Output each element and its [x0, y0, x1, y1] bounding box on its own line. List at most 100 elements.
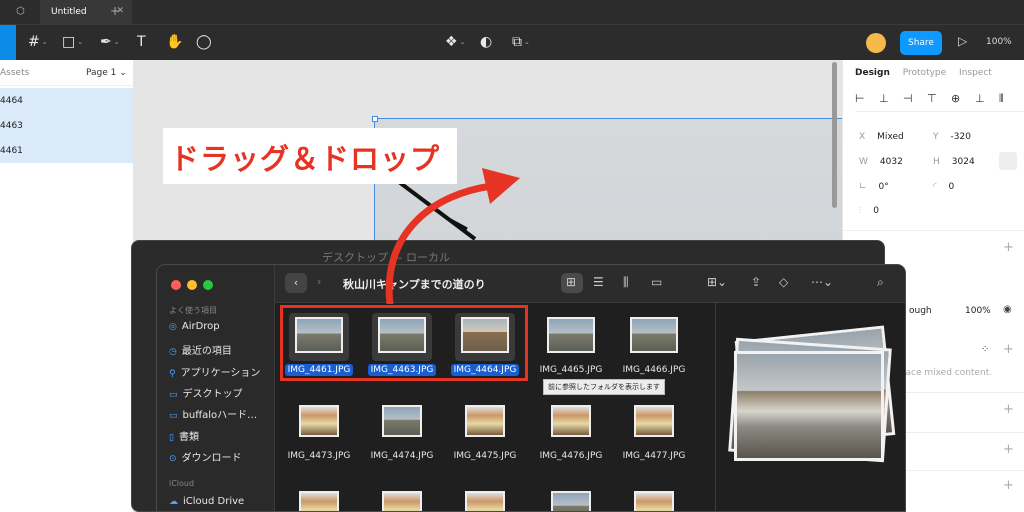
file-name[interactable]: IMG_4477.JPG — [614, 451, 694, 461]
align-center-icon[interactable]: ⊥ — [879, 92, 903, 105]
group-icon[interactable]: ⊞⌄ — [707, 275, 727, 289]
present-icon[interactable]: ▷ — [958, 34, 967, 48]
sidebar-item-icloud-drive[interactable]: ☁ iCloud Drive — [169, 496, 244, 507]
file-thumbnail[interactable] — [551, 491, 591, 511]
file-name[interactable]: IMG_4476.JPG — [531, 451, 611, 461]
tab-assets[interactable]: Assets — [0, 68, 29, 78]
file-thumbnail[interactable] — [630, 317, 678, 353]
layer-item[interactable]: 4463 — [0, 113, 133, 138]
file-thumbnail[interactable] — [299, 405, 339, 437]
zoom-level[interactable]: 100% — [986, 37, 1012, 47]
sidebar-item-recents[interactable]: ◷ 最近の項目 — [169, 342, 232, 357]
desktop-icon: ▭ — [169, 390, 178, 400]
file-thumbnail[interactable] — [465, 405, 505, 437]
add-grid-icon[interactable]: + — [1003, 478, 1014, 493]
file-name[interactable]: IMG_4474.JPG — [362, 451, 442, 461]
hand-tool-icon[interactable]: ✋ — [166, 33, 183, 51]
tab-prototype[interactable]: Prototype — [903, 68, 946, 78]
avatar[interactable] — [866, 33, 886, 53]
mask-icon[interactable]: ◐ — [480, 33, 492, 51]
x-field[interactable]: X Mixed — [859, 132, 904, 142]
sidebar-item-airdrop[interactable]: ◎ AirDrop — [169, 321, 220, 332]
pen-tool-icon[interactable]: ✒ ⌄ — [100, 33, 120, 51]
width-field[interactable]: W 4032 — [859, 157, 903, 167]
sidebar-item-downloads[interactable]: ⊙ ダウンロード — [169, 449, 242, 464]
icloud-heading: iCloud — [169, 479, 195, 488]
figma-logo-icon[interactable]: ⬡ — [16, 6, 25, 17]
align-top-icon[interactable]: ⊤ — [927, 92, 951, 105]
layer-item[interactable]: 4464 — [0, 88, 133, 113]
tag-icon[interactable]: ◇ — [779, 275, 788, 289]
forward-button[interactable]: › — [317, 275, 321, 288]
file-name[interactable]: IMG_4465.JPG — [531, 365, 611, 375]
new-tab-icon[interactable]: + — [110, 4, 120, 18]
align-bottom-icon[interactable]: ⊥ — [975, 92, 999, 105]
sidebar-item-documents[interactable]: ▯ 書類 — [169, 428, 199, 443]
layer-item[interactable]: 4461 — [0, 138, 133, 163]
gallery-view-icon[interactable]: ▭ — [651, 275, 662, 289]
blend-mode-select[interactable]: ough — [909, 306, 932, 316]
file-thumbnail[interactable] — [299, 491, 339, 511]
y-field[interactable]: Y -320 — [933, 132, 971, 142]
back-button[interactable]: ‹ — [285, 273, 307, 293]
sidebar-item-buffalo[interactable]: ▭ buffaloハード… — [169, 406, 257, 421]
distribute-icon[interactable]: ⫴ — [999, 92, 1023, 106]
list-view-icon[interactable]: ☰ — [593, 275, 604, 289]
file-thumbnail[interactable] — [382, 405, 422, 437]
file-thumbnail[interactable] — [465, 491, 505, 511]
airdrop-icon: ◎ — [169, 322, 177, 332]
file-thumbnail[interactable] — [634, 491, 674, 511]
height-field[interactable]: H 3024 — [933, 157, 975, 167]
align-left-icon[interactable]: ⊢ — [855, 92, 879, 105]
file-thumbnail[interactable] — [551, 405, 591, 437]
boolean-icon[interactable]: ⧉ ⌄ — [512, 33, 530, 51]
sidebar-item-applications[interactable]: ⚲ アプリケーション — [169, 364, 260, 379]
shape-tool-icon[interactable]: □ ⌄ — [62, 33, 83, 51]
share-icon[interactable]: ⇪ — [751, 275, 761, 289]
document-icon: ▯ — [169, 433, 174, 443]
add-effect-icon[interactable]: + — [1003, 442, 1014, 457]
file-thumbnail[interactable] — [634, 405, 674, 437]
add-stroke-icon[interactable]: + — [1003, 402, 1014, 417]
style-grid-icon[interactable]: ⁘ — [981, 344, 989, 355]
mixed-content-note: lace mixed content. — [903, 368, 993, 378]
sidebar-item-desktop[interactable]: ▭ デスクトップ — [169, 385, 243, 400]
tab-design[interactable]: Design — [855, 68, 890, 78]
clip-field[interactable]: ⫶ 0 — [859, 206, 879, 216]
page-selector[interactable]: Page 1 ⌄ — [86, 68, 127, 78]
grid-view-icon[interactable]: ⊞ — [566, 275, 576, 289]
search-icon[interactable]: ⌕ — [877, 275, 884, 290]
text-tool-icon[interactable]: T — [137, 33, 146, 51]
constrain-proportions-icon[interactable] — [999, 152, 1017, 170]
add-fill-icon[interactable]: + — [1003, 342, 1014, 357]
visibility-icon[interactable]: ◉ — [1003, 304, 1012, 315]
tab-inspect[interactable]: Inspect — [959, 68, 992, 78]
zoom-window-button[interactable] — [203, 280, 213, 290]
corner-radius-field[interactable]: ◜ 0 — [933, 182, 954, 192]
align-right-icon[interactable]: ⊣ — [903, 92, 927, 105]
opacity-field[interactable]: 100% — [965, 306, 991, 316]
move-tool-button[interactable] — [0, 25, 16, 61]
more-actions-icon[interactable]: ⋯⌄ — [811, 275, 833, 289]
file-thumbnail[interactable] — [382, 491, 422, 511]
comment-tool-icon[interactable]: ◯ — [196, 33, 212, 51]
align-middle-icon[interactable]: ⊕ — [951, 92, 975, 105]
canvas-scrollbar[interactable] — [832, 62, 837, 208]
layers-panel-header: Assets Page 1 ⌄ — [0, 60, 133, 86]
minimize-window-button[interactable] — [187, 280, 197, 290]
resize-handle[interactable] — [372, 116, 378, 122]
clock-icon: ◷ — [169, 347, 177, 357]
folder-icon: ▭ — [169, 411, 178, 421]
file-name[interactable]: IMG_4466.JPG — [614, 365, 694, 375]
file-thumbnail[interactable] — [547, 317, 595, 353]
file-name[interactable]: IMG_4475.JPG — [445, 451, 525, 461]
finder-toolbar: ‹ › 秋山川キャンプまでの道のり ⊞ ☰ ⫼ ▭ ⊞⌄ ⇪ ◇ ⋯⌄ ⌕ — [275, 265, 905, 303]
add-icon[interactable]: + — [1003, 240, 1014, 255]
file-name[interactable]: IMG_4473.JPG — [279, 451, 359, 461]
rotation-field[interactable]: ∟ 0° — [859, 182, 889, 192]
close-window-button[interactable] — [171, 280, 181, 290]
frame-tool-icon[interactable]: # ⌄ — [28, 33, 48, 51]
share-button[interactable]: Share — [900, 31, 942, 55]
component-icon[interactable]: ❖ ⌄ — [445, 33, 465, 51]
column-view-icon[interactable]: ⫼ — [623, 275, 629, 290]
